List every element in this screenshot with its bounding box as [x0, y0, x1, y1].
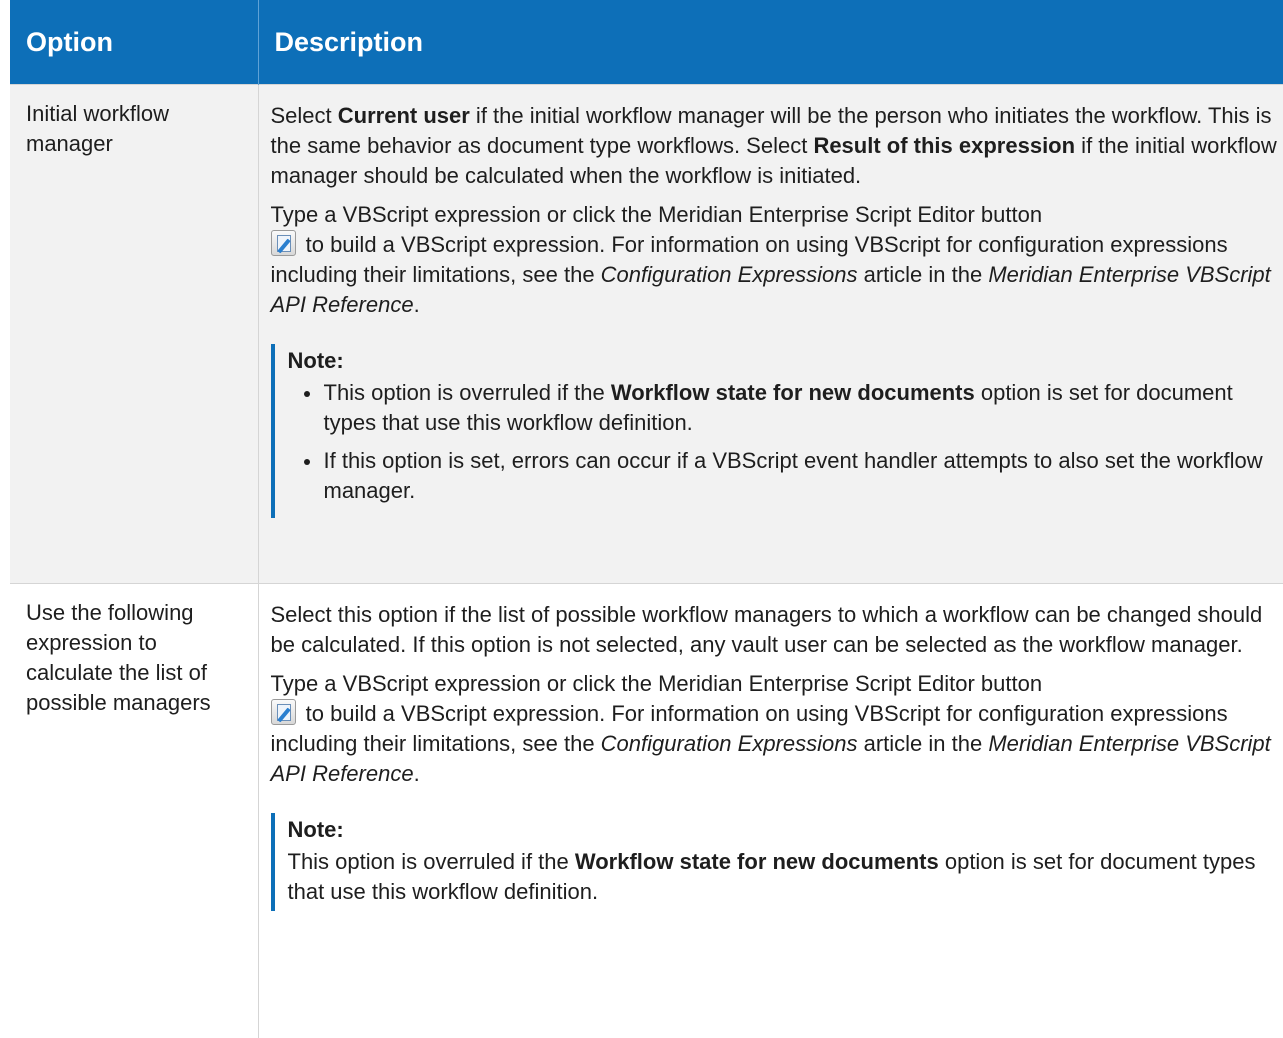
option-name: Initial workflow manager	[10, 85, 258, 584]
note-label: Note:	[288, 346, 1283, 376]
option-description: Select this option if the list of possib…	[258, 584, 1283, 1038]
table-row: Initial workflow manager Select Current …	[10, 85, 1283, 584]
note-list: This option is overruled if the Workflow…	[288, 378, 1283, 506]
table-header-row: Option Description	[10, 0, 1283, 85]
description-paragraph: Type a VBScript expression or click the …	[271, 200, 1283, 320]
bullet-icon	[304, 391, 310, 397]
header-description: Description	[258, 0, 1283, 85]
description-paragraph: Type a VBScript expression or click the …	[271, 669, 1283, 789]
options-table: Option Description Initial workflow mana…	[10, 0, 1283, 1038]
list-item: This option is overruled if the Workflow…	[302, 378, 1283, 438]
note-box: Note: This option is overruled if the Wo…	[271, 813, 1283, 911]
header-option: Option	[10, 0, 258, 85]
table-row: Use the following expression to calculat…	[10, 584, 1283, 1038]
script-editor-icon[interactable]	[271, 699, 296, 725]
note-label: Note:	[288, 815, 1283, 845]
description-paragraph: Select Current user if the initial workf…	[271, 101, 1283, 191]
option-description: Select Current user if the initial workf…	[258, 85, 1283, 584]
note-text: This option is overruled if the Workflow…	[288, 849, 1256, 904]
note-box: Note: This option is overruled if the Wo…	[271, 344, 1283, 518]
bullet-icon	[304, 459, 310, 465]
list-item: If this option is set, errors can occur …	[302, 446, 1283, 506]
option-name: Use the following expression to calculat…	[10, 584, 258, 1038]
script-editor-icon[interactable]	[271, 230, 296, 256]
description-paragraph: Select this option if the list of possib…	[271, 600, 1283, 660]
